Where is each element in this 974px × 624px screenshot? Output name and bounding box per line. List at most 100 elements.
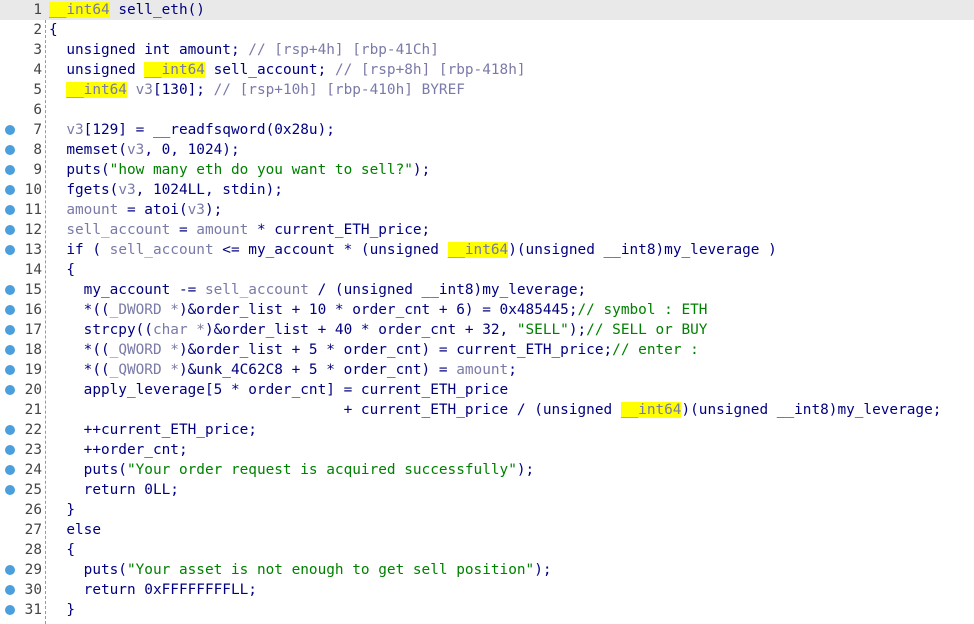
code-line[interactable]: 1 __int64 sell_eth() — [0, 0, 974, 20]
line-gutter[interactable]: 24 — [0, 460, 46, 480]
line-gutter[interactable]: 20 — [0, 380, 46, 400]
line-gutter[interactable]: 25 — [0, 480, 46, 500]
line-gutter[interactable]: 22 — [0, 420, 46, 440]
line-gutter[interactable]: 9 — [0, 160, 46, 180]
pseudocode-editor[interactable]: 1 __int64 sell_eth() 2{3 unsigned int amou… — [0, 0, 974, 624]
line-gutter[interactable]: 3 — [0, 40, 46, 60]
code-text[interactable]: memset(v3, 0, 1024); — [49, 140, 239, 160]
code-line[interactable]: 10 fgets(v3, 1024LL, stdin); — [0, 180, 974, 200]
code-line[interactable]: 30 return 0xFFFFFFFFLL; — [0, 580, 974, 600]
code-text[interactable]: __int64 sell_eth() — [49, 0, 205, 20]
line-gutter[interactable]: 19 — [0, 360, 46, 380]
code-line[interactable]: 4 unsigned __int64 sell_account; // [rsp… — [0, 60, 974, 80]
code-text[interactable]: } — [49, 600, 75, 620]
line-gutter[interactable]: 7 — [0, 120, 46, 140]
code-text[interactable]: *((_QWORD *)&unk_4C62C8 + 5 * order_cnt)… — [49, 360, 517, 380]
code-line[interactable]: 29 puts("Your asset is not enough to get… — [0, 560, 974, 580]
line-gutter[interactable]: 27 — [0, 520, 46, 540]
line-gutter[interactable]: 6 — [0, 100, 46, 120]
code-text[interactable]: ++current_ETH_price; — [49, 420, 257, 440]
code-line[interactable]: 13 if ( sell_account <= my_account * (un… — [0, 240, 974, 260]
code-text[interactable]: } — [49, 500, 75, 520]
code-line[interactable]: 22 ++current_ETH_price; — [0, 420, 974, 440]
code-line[interactable]: 9 puts("how many eth do you want to sell… — [0, 160, 974, 180]
line-number: 28 — [24, 542, 42, 558]
code-line[interactable]: 18 *((_QWORD *)&order_list + 5 * order_c… — [0, 340, 974, 360]
code-token: , 1024LL, stdin); — [135, 182, 283, 198]
code-text[interactable]: *((_QWORD *)&order_list + 5 * order_cnt)… — [49, 340, 699, 360]
code-text[interactable]: strcpy((char *)&order_list + 40 * order_… — [49, 320, 708, 340]
line-gutter[interactable]: 4 — [0, 60, 46, 80]
code-token: return 0xFFFFFFFFLL; — [49, 582, 257, 598]
code-text[interactable]: + current_ETH_price / (unsigned __int64)… — [49, 400, 941, 420]
code-line[interactable]: 25 return 0LL; — [0, 480, 974, 500]
code-text[interactable]: puts("Your asset is not enough to get se… — [49, 560, 552, 580]
line-gutter[interactable]: 8 — [0, 140, 46, 160]
code-text[interactable]: *((_DWORD *)&order_list + 10 * order_cnt… — [49, 300, 708, 320]
code-text[interactable]: return 0xFFFFFFFFLL; — [49, 580, 257, 600]
code-line[interactable]: 21 + current_ETH_price / (unsigned __int… — [0, 400, 974, 420]
code-token: ++order_cnt; — [49, 442, 188, 458]
code-line[interactable]: 16 *((_DWORD *)&order_list + 10 * order_… — [0, 300, 974, 320]
code-line[interactable]: 19 *((_QWORD *)&unk_4C62C8 + 5 * order_c… — [0, 360, 974, 380]
code-text[interactable]: else — [49, 520, 101, 540]
line-gutter[interactable]: 16 — [0, 300, 46, 320]
code-line[interactable]: 27 else — [0, 520, 974, 540]
line-gutter[interactable]: 28 — [0, 540, 46, 560]
code-text[interactable]: puts("Your order request is acquired suc… — [49, 460, 535, 480]
code-text[interactable]: unsigned int amount; // [rsp+4h] [rbp-41… — [49, 40, 439, 60]
code-line[interactable]: 6 — [0, 100, 974, 120]
code-text[interactable]: ++order_cnt; — [49, 440, 188, 460]
line-gutter[interactable]: 2 — [0, 20, 46, 40]
code-line[interactable]: 14 { — [0, 260, 974, 280]
line-gutter[interactable]: 1 — [0, 0, 46, 20]
code-line[interactable]: 23 ++order_cnt; — [0, 440, 974, 460]
code-line[interactable]: 7 v3[129] = __readfsqword(0x28u); — [0, 120, 974, 140]
code-line[interactable]: 5 __int64 v3[130]; // [rsp+10h] [rbp-410… — [0, 80, 974, 100]
code-text[interactable]: sell_account = amount * current_ETH_pric… — [49, 220, 430, 240]
code-line[interactable]: 12 sell_account = amount * current_ETH_p… — [0, 220, 974, 240]
code-text[interactable]: { — [49, 260, 75, 280]
line-gutter[interactable]: 21 — [0, 400, 46, 420]
line-gutter[interactable]: 11 — [0, 200, 46, 220]
code-text[interactable]: puts("how many eth do you want to sell?"… — [49, 160, 430, 180]
code-text[interactable]: my_account -= sell_account / (unsigned _… — [49, 280, 587, 300]
line-number: 21 — [24, 402, 42, 418]
code-line[interactable]: 31 } — [0, 600, 974, 620]
variable-token: amount — [196, 222, 249, 238]
line-gutter[interactable]: 5 — [0, 80, 46, 100]
line-gutter[interactable]: 18 — [0, 340, 46, 360]
code-line[interactable]: 28 { — [0, 540, 974, 560]
line-gutter[interactable]: 31 — [0, 600, 46, 620]
code-line[interactable]: 20 apply_leverage[5 * order_cnt] = curre… — [0, 380, 974, 400]
line-number: 22 — [24, 422, 42, 438]
code-text[interactable]: unsigned __int64 sell_account; // [rsp+8… — [49, 60, 526, 80]
line-gutter[interactable]: 26 — [0, 500, 46, 520]
line-gutter[interactable]: 10 — [0, 180, 46, 200]
code-line[interactable]: 15 my_account -= sell_account / (unsigne… — [0, 280, 974, 300]
line-gutter[interactable]: 30 — [0, 580, 46, 600]
code-text[interactable]: return 0LL; — [49, 480, 179, 500]
code-text[interactable]: { — [49, 20, 58, 40]
code-text[interactable]: fgets(v3, 1024LL, stdin); — [49, 180, 283, 200]
line-gutter[interactable]: 15 — [0, 280, 46, 300]
code-line[interactable]: 24 puts("Your order request is acquired … — [0, 460, 974, 480]
code-line[interactable]: 8 memset(v3, 0, 1024); — [0, 140, 974, 160]
code-text[interactable]: if ( sell_account <= my_account * (unsig… — [49, 240, 777, 260]
code-line[interactable]: 11 amount = atoi(v3); — [0, 200, 974, 220]
code-line[interactable]: 3 unsigned int amount; // [rsp+4h] [rbp-… — [0, 40, 974, 60]
code-text[interactable]: amount = atoi(v3); — [49, 200, 222, 220]
line-gutter[interactable]: 13 — [0, 240, 46, 260]
line-gutter[interactable]: 12 — [0, 220, 46, 240]
line-gutter[interactable]: 29 — [0, 560, 46, 580]
line-gutter[interactable]: 23 — [0, 440, 46, 460]
code-text[interactable]: v3[129] = __readfsqword(0x28u); — [49, 120, 335, 140]
code-text[interactable]: __int64 v3[130]; // [rsp+10h] [rbp-410h]… — [49, 80, 465, 100]
code-line[interactable]: 2{ — [0, 20, 974, 40]
code-line[interactable]: 26 } — [0, 500, 974, 520]
line-gutter[interactable]: 17 — [0, 320, 46, 340]
code-text[interactable]: { — [49, 540, 75, 560]
line-gutter[interactable]: 14 — [0, 260, 46, 280]
code-text[interactable]: apply_leverage[5 * order_cnt] = current_… — [49, 380, 509, 400]
code-line[interactable]: 17 strcpy((char *)&order_list + 40 * ord… — [0, 320, 974, 340]
